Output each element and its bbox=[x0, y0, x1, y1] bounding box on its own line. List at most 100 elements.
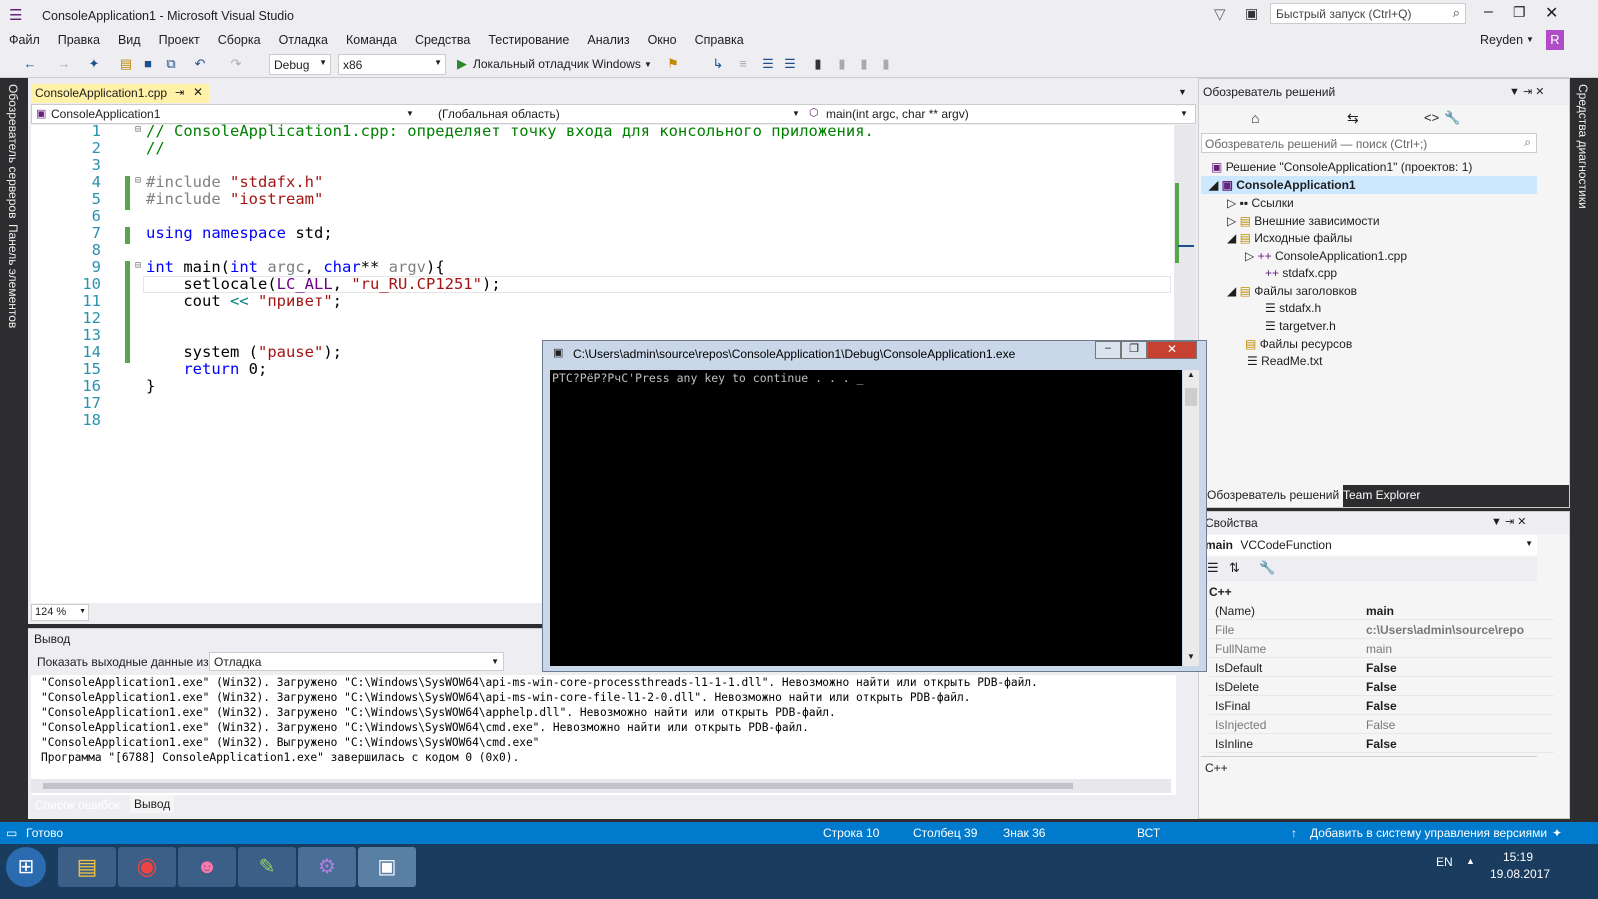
close-button[interactable]: ✕ bbox=[1545, 3, 1558, 23]
avatar[interactable]: R bbox=[1546, 30, 1564, 50]
browser-link-icon[interactable]: ⚑ bbox=[665, 56, 681, 72]
zoom-dropdown[interactable]: 124 % ▼ bbox=[31, 604, 89, 621]
expand-arrow-icon[interactable]: ▷ bbox=[1227, 214, 1236, 228]
upload-icon[interactable]: ↑ bbox=[1291, 826, 1297, 840]
categorized-icon[interactable]: ☰ bbox=[1207, 560, 1219, 576]
menu-team[interactable]: Команда bbox=[337, 30, 406, 47]
user-name[interactable]: Reyden bbox=[1480, 33, 1523, 47]
tree-source-files[interactable]: ◢ ▤ Исходные файлы bbox=[1227, 231, 1352, 245]
tree-file-targetver-h[interactable]: ☰ targetver.h bbox=[1265, 319, 1336, 333]
step-icon[interactable]: ↳ bbox=[710, 56, 726, 72]
start-button[interactable]: ⊞ bbox=[6, 847, 46, 887]
close-tab-icon[interactable]: ✕ bbox=[193, 85, 203, 99]
menu-help[interactable]: Справка bbox=[686, 30, 753, 47]
tree-file-readme[interactable]: ☰ ReadMe.txt bbox=[1247, 354, 1322, 368]
property-row[interactable]: IsDefault False bbox=[1209, 659, 1554, 677]
menu-project[interactable]: Проект bbox=[150, 30, 209, 47]
run-dropdown-icon[interactable]: ▼ bbox=[644, 60, 652, 69]
bookmark-icon[interactable]: ▮ bbox=[810, 56, 826, 72]
collapse-arrow-icon[interactable]: ◢ bbox=[1227, 284, 1236, 298]
tree-header-files[interactable]: ◢ ▤ Файлы заголовков bbox=[1227, 284, 1357, 298]
tree-resource-files[interactable]: ▤ Файлы ресурсов bbox=[1245, 337, 1352, 351]
scroll-thumb[interactable] bbox=[1185, 388, 1197, 406]
console-window[interactable]: ▣ C:\Users\admin\source\repos\ConsoleApp… bbox=[542, 340, 1207, 672]
menu-test[interactable]: Тестирование bbox=[479, 30, 578, 47]
property-row[interactable]: IsInjected False bbox=[1209, 716, 1554, 734]
redo-icon[interactable]: ↷ bbox=[228, 56, 244, 72]
tree-file-stdafx-cpp[interactable]: ++ stdafx.cpp bbox=[1265, 266, 1337, 280]
menu-build[interactable]: Сборка bbox=[209, 30, 270, 47]
expand-arrow-icon[interactable]: ▷ bbox=[1245, 249, 1254, 263]
code-view-icon[interactable]: <> bbox=[1424, 110, 1439, 125]
horizontal-scrollbar[interactable] bbox=[31, 779, 1171, 793]
comment-icon[interactable]: ☰ bbox=[760, 56, 776, 72]
output-text[interactable]: "ConsoleApplication1.exe" (Win32). Загру… bbox=[31, 675, 1176, 795]
format-icon[interactable]: ≡ bbox=[735, 56, 751, 72]
nav-scope-dropdown[interactable]: (Глобальная область) bbox=[438, 107, 560, 121]
properties-category[interactable]: C++ bbox=[1209, 585, 1232, 599]
notification-icon[interactable]: ▣ bbox=[1245, 5, 1258, 22]
clear-bookmarks-icon[interactable]: ▮ bbox=[878, 56, 894, 72]
account-dropdown-icon[interactable]: ▼ bbox=[1526, 35, 1534, 44]
save-all-icon[interactable]: ⧉ bbox=[163, 56, 179, 72]
property-row[interactable]: File c:\Users\admin\source\repo bbox=[1209, 621, 1554, 639]
quick-launch-input[interactable]: Быстрый запуск (Ctrl+Q) ⌕ bbox=[1270, 3, 1466, 24]
forward-icon[interactable]: → bbox=[56, 56, 72, 72]
undo-icon[interactable]: ↶ bbox=[192, 56, 208, 72]
output-source-dropdown[interactable]: Отладка ▼ bbox=[209, 652, 504, 671]
menu-edit[interactable]: Правка bbox=[49, 30, 109, 47]
run-button[interactable]: Локальный отладчик Windows bbox=[473, 57, 641, 71]
close-button[interactable]: ✕ bbox=[1147, 341, 1197, 359]
home-icon[interactable]: ⌂ bbox=[1251, 110, 1259, 126]
property-row[interactable]: FullName main bbox=[1209, 640, 1554, 658]
se-search-input[interactable]: Обозреватель решений — поиск (Ctrl+;) ⌕ bbox=[1201, 133, 1537, 153]
add-to-source-control-button[interactable]: Добавить в систему управления версиями bbox=[1310, 826, 1547, 840]
close-icon[interactable]: ▼ ⇥ ✕ bbox=[1491, 515, 1526, 528]
tab-solution-explorer[interactable]: Обозреватель решений bbox=[1203, 485, 1344, 507]
menu-debug[interactable]: Отладка bbox=[270, 30, 337, 47]
platform-dropdown[interactable]: x86 ▼ bbox=[338, 54, 446, 75]
tree-external-deps[interactable]: ▷ ▤ Внешние зависимости bbox=[1227, 214, 1380, 228]
console-output[interactable]: PТС?РёР?РчС'Press any key to continue . … bbox=[550, 370, 1182, 666]
game-taskbar-icon[interactable]: ☻ bbox=[178, 847, 236, 887]
start-debug-icon[interactable]: ▶ bbox=[454, 56, 470, 72]
clock-time[interactable]: 15:19 bbox=[1503, 850, 1533, 864]
error-list-tab[interactable]: Список ошибок bbox=[35, 798, 120, 812]
menu-file[interactable]: Файл bbox=[0, 30, 49, 47]
chevron-down-icon[interactable]: ▼ bbox=[1180, 109, 1188, 118]
toolbox-tab[interactable]: Панель элементов bbox=[6, 224, 20, 328]
menu-analyze[interactable]: Анализ bbox=[578, 30, 638, 47]
chevron-down-icon[interactable]: ▼ bbox=[792, 109, 800, 118]
sync-icon[interactable]: ⇆ bbox=[1347, 110, 1359, 127]
wrench-icon[interactable]: 🔧 bbox=[1259, 560, 1275, 576]
menu-window[interactable]: Окно bbox=[639, 30, 686, 47]
tab-overflow-icon[interactable]: ▼ bbox=[1178, 87, 1187, 97]
menu-tools[interactable]: Средства bbox=[406, 30, 479, 47]
scroll-down-icon[interactable]: ▼ bbox=[1187, 652, 1195, 661]
collapse-icon[interactable]: ⊟ bbox=[135, 124, 141, 135]
minimize-button[interactable]: – bbox=[1095, 341, 1121, 359]
visual-studio-taskbar-icon[interactable]: ⚙ bbox=[298, 847, 356, 887]
property-row[interactable]: IsDelete False bbox=[1209, 678, 1554, 696]
tree-references[interactable]: ▷ ▪▪ Ссылки bbox=[1227, 196, 1294, 210]
explorer-taskbar-icon[interactable]: ▤ bbox=[58, 847, 116, 887]
expand-arrow-icon[interactable]: ▷ bbox=[1227, 196, 1236, 210]
chrome-taskbar-icon[interactable]: ◉ bbox=[118, 847, 176, 887]
tree-file-main-cpp[interactable]: ▷ ++ ConsoleApplication1.cpp bbox=[1245, 249, 1407, 263]
next-bookmark-icon[interactable]: ▮ bbox=[856, 56, 872, 72]
uncomment-icon[interactable]: ☰ bbox=[782, 56, 798, 72]
output-tab[interactable]: Вывод bbox=[130, 795, 175, 813]
back-icon[interactable]: ← bbox=[22, 56, 38, 72]
alphabetical-icon[interactable]: ⇅ bbox=[1229, 560, 1240, 576]
tree-solution[interactable]: ▣ Решение "ConsoleApplication1" (проекто… bbox=[1211, 160, 1472, 174]
properties-wrench-icon[interactable]: 🔧 bbox=[1444, 110, 1460, 126]
collapse-arrow-icon[interactable]: ◢ bbox=[1209, 178, 1218, 192]
scroll-up-icon[interactable]: ▲ bbox=[1187, 370, 1195, 379]
console-taskbar-icon[interactable]: ▣ bbox=[358, 847, 416, 887]
tab-consoleapplication1-cpp[interactable]: ConsoleApplication1.cpp ⇥ ✕ bbox=[31, 84, 209, 103]
open-file-icon[interactable]: ▤ bbox=[118, 56, 134, 72]
prev-bookmark-icon[interactable]: ▮ bbox=[834, 56, 850, 72]
nav-member-dropdown[interactable]: main(int argc, char ** argv) bbox=[826, 107, 969, 121]
diagnostics-tab[interactable]: Средства диагностики bbox=[1576, 84, 1590, 209]
server-explorer-tab[interactable]: Обозреватель серверов bbox=[6, 84, 20, 218]
